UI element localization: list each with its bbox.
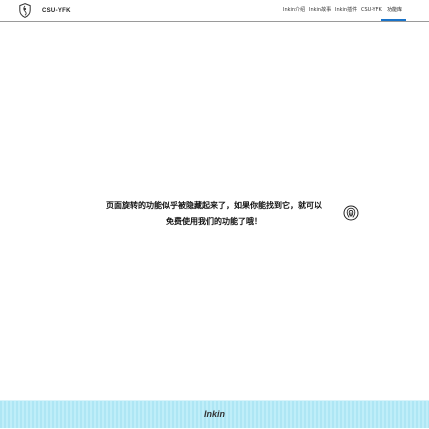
- footer-title: Inkin: [203, 409, 225, 419]
- nav-item-csu-yfk[interactable]: CSU-YFK: [361, 7, 382, 14]
- hidden-feature-message: 页面旋转的功能似乎被隐藏起来了，如果你能找到它，就可以免费使用我们的功能了哦！: [106, 201, 322, 226]
- page: CSU-YFK Inkin介绍 Inkin故事 Inkin插件 CSU-YFK …: [0, 0, 429, 429]
- nav-item-inkin-story[interactable]: Inkin故事: [309, 7, 331, 14]
- brand-name[interactable]: CSU-YFK: [42, 7, 71, 15]
- shield-logo-icon[interactable]: [19, 3, 31, 18]
- footer-bar: Inkin: [0, 400, 429, 428]
- top-navigation-bar: CSU-YFK Inkin介绍 Inkin故事 Inkin插件 CSU-YFK …: [0, 0, 429, 22]
- fingerprint-icon[interactable]: [343, 205, 359, 221]
- nav-item-inkin-intro[interactable]: Inkin介绍: [283, 7, 305, 14]
- nav-item-feature-library[interactable]: 功能库: [387, 7, 402, 14]
- nav-item-inkin-plugin[interactable]: Inkin插件: [335, 7, 357, 14]
- active-nav-indicator: [381, 19, 406, 21]
